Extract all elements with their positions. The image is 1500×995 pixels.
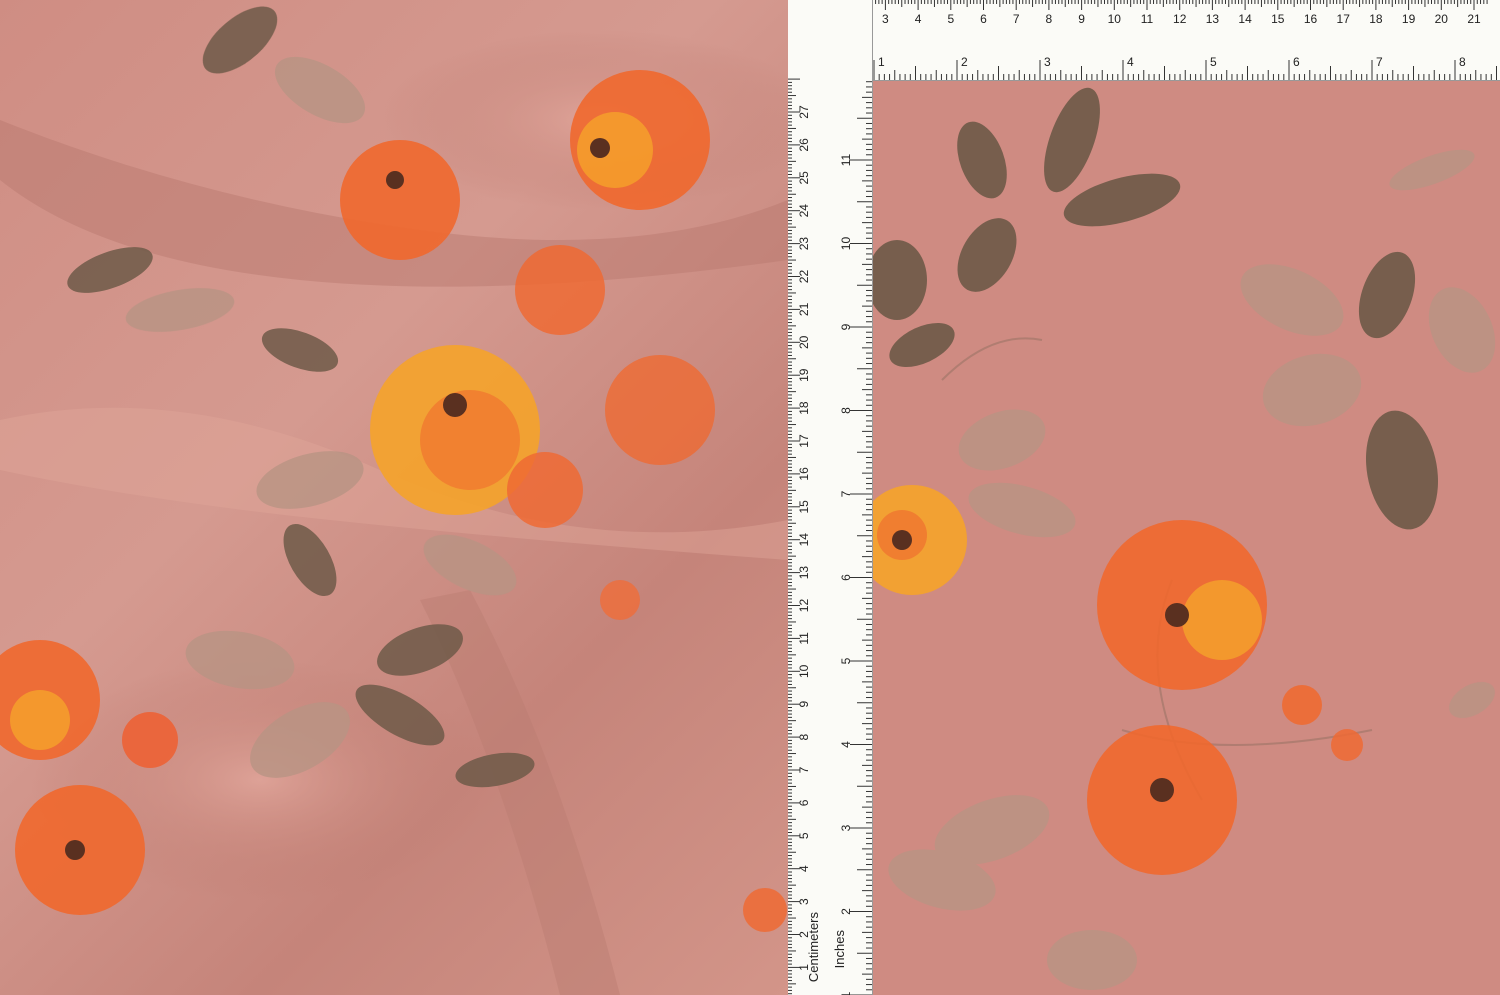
side-cm-tick-label: 14 bbox=[797, 533, 811, 547]
top-cm-tick-label: 13 bbox=[1206, 12, 1220, 26]
side-cm-tick-label: 26 bbox=[797, 138, 811, 152]
side-cm-tick-label: 15 bbox=[797, 500, 811, 514]
side-cm-tick-label: 8 bbox=[797, 733, 811, 740]
top-in-tick-label: 3 bbox=[1044, 55, 1051, 69]
side-cm-tick-label: 6 bbox=[797, 799, 811, 806]
side-cm-tick-label: 27 bbox=[797, 105, 811, 119]
top-in-tick-label: 2 bbox=[961, 55, 968, 69]
side-cm-tick-label: 22 bbox=[797, 270, 811, 284]
side-cm-tick-label: 13 bbox=[797, 566, 811, 580]
side-ruler-cm-label: Centimeters bbox=[806, 912, 821, 983]
top-ruler: 1234567891011121314151617181920211234567… bbox=[788, 0, 1500, 81]
top-cm-tick-label: 3 bbox=[882, 12, 889, 26]
top-ruler-ticks: 1234567891011121314151617181920211234567… bbox=[790, 0, 1497, 80]
top-in-tick-label: 1 bbox=[878, 55, 885, 69]
side-cm-tick-label: 7 bbox=[797, 766, 811, 773]
top-in-tick-label: 4 bbox=[1127, 55, 1134, 69]
top-cm-tick-label: 6 bbox=[980, 12, 987, 26]
side-in-tick-label: 11 bbox=[839, 153, 853, 166]
side-in-tick-label: 9 bbox=[839, 323, 853, 330]
top-cm-tick-label: 19 bbox=[1402, 12, 1416, 26]
top-cm-tick-label: 14 bbox=[1238, 12, 1252, 26]
draped-fabric-photo bbox=[0, 0, 788, 995]
top-cm-tick-label: 16 bbox=[1304, 12, 1318, 26]
side-in-tick-label: 1 bbox=[839, 991, 853, 995]
top-in-tick-label: 6 bbox=[1293, 55, 1300, 69]
side-cm-tick-label: 10 bbox=[797, 664, 811, 678]
top-cm-tick-label: 8 bbox=[1046, 12, 1053, 26]
side-cm-tick-label: 16 bbox=[797, 467, 811, 481]
side-in-tick-label: 2 bbox=[839, 908, 853, 915]
side-in-tick-label: 10 bbox=[839, 237, 853, 251]
side-in-tick-label: 8 bbox=[839, 407, 853, 414]
side-cm-tick-label: 9 bbox=[797, 701, 811, 708]
top-in-tick-label: 5 bbox=[1210, 55, 1217, 69]
side-cm-tick-label: 20 bbox=[797, 335, 811, 349]
side-cm-tick-label: 24 bbox=[797, 204, 811, 218]
side-ruler-ticks: 2726252423222120191817161514131211109876… bbox=[788, 78, 872, 995]
side-cm-tick-label: 17 bbox=[797, 434, 811, 448]
side-cm-tick-label: 3 bbox=[797, 898, 811, 905]
side-cm-tick-label: 25 bbox=[797, 171, 811, 185]
top-in-tick-label: 7 bbox=[1376, 55, 1383, 69]
top-cm-tick-label: 18 bbox=[1369, 12, 1383, 26]
top-cm-tick-label: 21 bbox=[1467, 12, 1481, 26]
flat-fabric-art bbox=[872, 87, 1496, 990]
flat-fabric-swatch bbox=[872, 80, 1500, 995]
side-cm-tick-label: 18 bbox=[797, 401, 811, 415]
side-in-tick-label: 4 bbox=[839, 741, 853, 748]
side-cm-tick-label: 21 bbox=[797, 302, 811, 316]
top-cm-tick-label: 5 bbox=[947, 12, 954, 26]
side-in-tick-label: 3 bbox=[839, 824, 853, 831]
side-cm-tick-label: 11 bbox=[797, 632, 811, 645]
top-cm-tick-label: 7 bbox=[1013, 12, 1020, 26]
top-cm-tick-label: 4 bbox=[915, 12, 922, 26]
draped-fabric-art bbox=[0, 6, 788, 995]
side-in-tick-label: 6 bbox=[839, 574, 853, 581]
top-cm-tick-label: 17 bbox=[1337, 12, 1351, 26]
top-cm-tick-label: 15 bbox=[1271, 12, 1285, 26]
top-cm-tick-label: 9 bbox=[1078, 12, 1085, 26]
side-cm-tick-label: 5 bbox=[797, 832, 811, 839]
side-in-tick-label: 5 bbox=[839, 657, 853, 664]
top-cm-tick-label: 11 bbox=[1141, 12, 1154, 26]
top-in-tick-label: 8 bbox=[1459, 55, 1466, 69]
side-ruler-in-label: Inches bbox=[832, 930, 847, 969]
top-cm-tick-label: 12 bbox=[1173, 12, 1187, 26]
side-cm-tick-label: 19 bbox=[797, 368, 811, 382]
side-ruler: 27 26 25 24 23 22 21 20 19 18 17 16 15 14 13 12 11 10 9 8 7 6… bbox=[788, 0, 873, 995]
side-cm-tick-label: 23 bbox=[797, 237, 811, 251]
side-in-tick-label: 7 bbox=[839, 490, 853, 497]
top-cm-tick-label: 10 bbox=[1108, 12, 1122, 26]
top-cm-tick-label: 20 bbox=[1435, 12, 1449, 26]
side-cm-tick-label: 4 bbox=[797, 865, 811, 872]
side-cm-tick-label: 12 bbox=[797, 599, 811, 613]
